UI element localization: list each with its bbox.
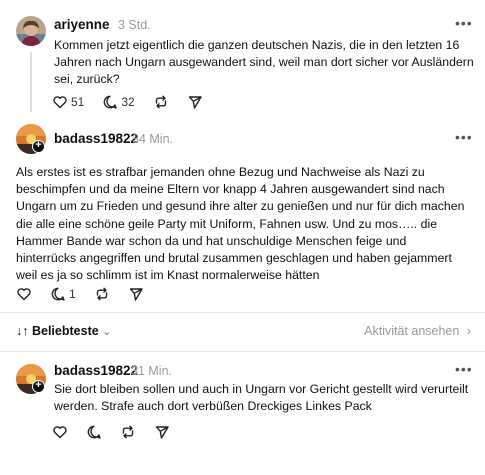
chevron-down-icon: ⌄: [102, 326, 112, 338]
sort-icon: ↓↑: [16, 324, 29, 338]
reply-count: 32: [121, 95, 135, 109]
post-time: 3 Std.: [118, 18, 151, 32]
divider: [0, 312, 485, 313]
send-icon: [188, 96, 202, 109]
sort-bar: ↓↑ Beliebteste ⌄ Aktivität ansehen ›: [16, 321, 471, 343]
more-options-icon[interactable]: •••: [455, 130, 473, 144]
heart-icon: [17, 288, 31, 301]
post-actions: 51 32: [52, 93, 221, 111]
sort-label: Beliebteste: [31, 324, 99, 338]
reply-button[interactable]: [86, 424, 102, 440]
post-username[interactable]: badass19822: [54, 363, 138, 378]
post-text: Sie dort bleiben sollen und auch in Unga…: [54, 382, 469, 414]
post-actions: 1: [16, 285, 162, 303]
repost-icon: [155, 95, 166, 109]
more-options-icon[interactable]: •••: [455, 362, 473, 376]
heart-icon: [53, 426, 67, 439]
like-button[interactable]: [52, 424, 68, 440]
more-options-icon[interactable]: •••: [455, 16, 473, 30]
share-button[interactable]: [154, 424, 170, 440]
repost-button[interactable]: [94, 286, 110, 302]
repost-button[interactable]: [153, 94, 169, 110]
comment-icon: [104, 95, 118, 109]
send-icon: [129, 288, 143, 301]
post-username[interactable]: ariyenne: [54, 17, 110, 32]
send-icon: [155, 426, 169, 439]
heart-icon: [53, 96, 67, 109]
comment-icon: [51, 287, 65, 301]
post-time: 34 Min.: [132, 132, 173, 146]
like-count: 51: [71, 95, 85, 109]
post-text: Kommen jetzt eigentlich die ganzen deuts…: [54, 38, 474, 87]
post-time: 31 Min.: [131, 364, 172, 378]
reply-count: 1: [69, 287, 76, 301]
thread-line: [30, 52, 32, 112]
like-button[interactable]: [16, 286, 32, 302]
avatar[interactable]: [16, 16, 46, 46]
follow-plus-icon[interactable]: +: [32, 380, 45, 393]
chevron-right-icon: ›: [466, 324, 471, 338]
repost-button[interactable]: [120, 424, 136, 440]
follow-plus-icon[interactable]: +: [32, 140, 45, 153]
share-button[interactable]: [128, 286, 144, 302]
reply-button[interactable]: 32: [102, 94, 135, 110]
post-actions: [52, 423, 188, 441]
comment-icon: [87, 425, 101, 439]
share-button[interactable]: [187, 94, 203, 110]
post-username[interactable]: badass19822: [54, 131, 138, 146]
sort-dropdown[interactable]: ↓↑ Beliebteste ⌄: [16, 324, 111, 338]
view-activity-link[interactable]: Aktivität ansehen ›: [364, 324, 471, 338]
like-button[interactable]: 51: [52, 94, 84, 110]
post-text: Als erstes ist es strafbar jemanden ohne…: [16, 165, 465, 283]
divider: [0, 351, 485, 352]
activity-label: Aktivität ansehen: [364, 324, 460, 338]
repost-icon: [122, 425, 134, 439]
repost-icon: [96, 287, 107, 301]
reply-button[interactable]: 1: [50, 286, 76, 302]
